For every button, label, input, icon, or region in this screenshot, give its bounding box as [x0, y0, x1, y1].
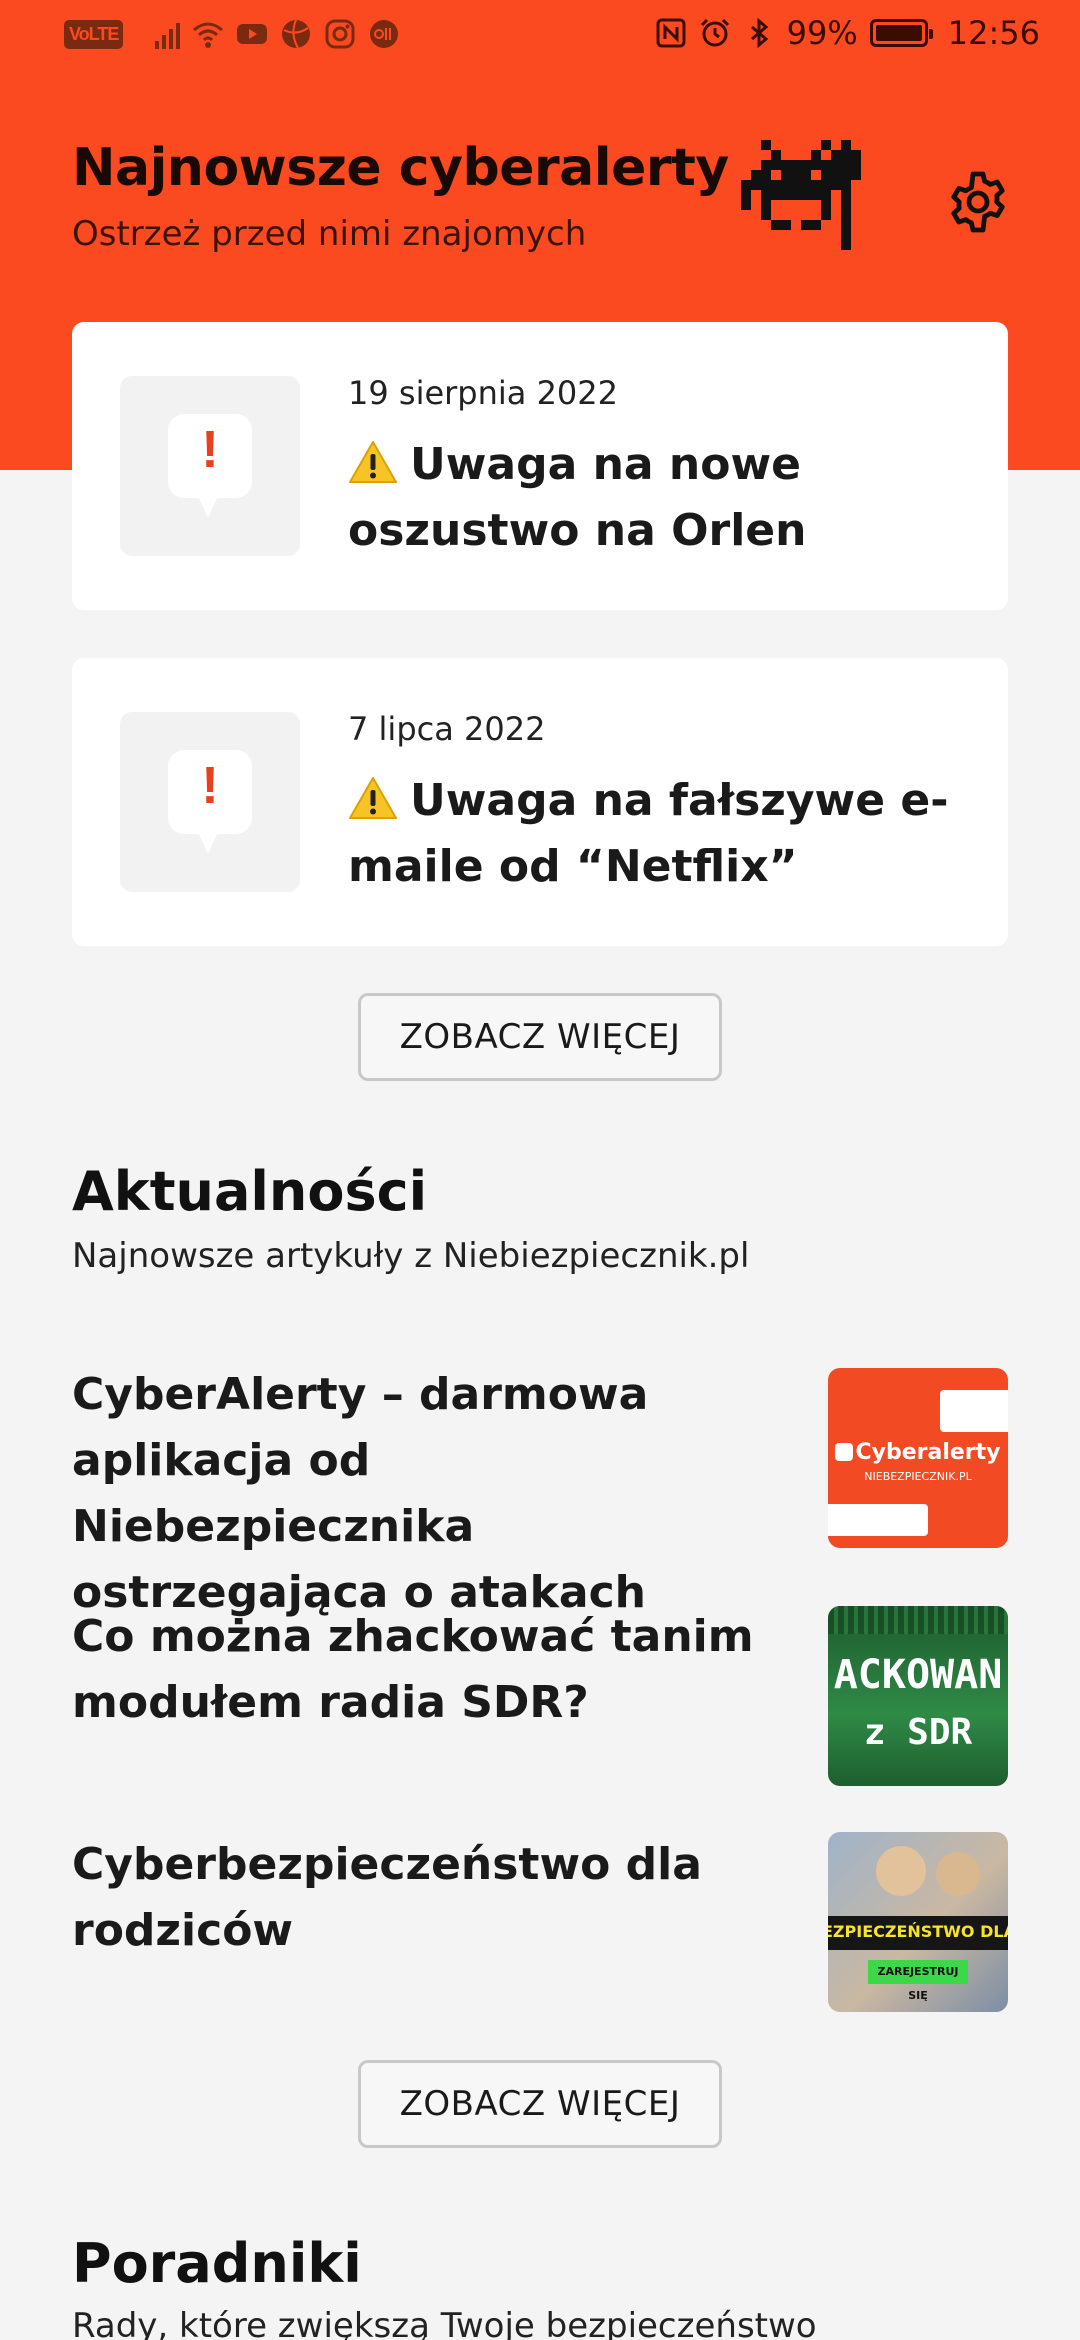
news-title: Cyberbezpieczeństwo dla rodziców: [72, 1839, 702, 1956]
news-thumbnail: ACKOWAN z SDR: [828, 1606, 1008, 1786]
news-thumbnail: EZPIECZEŃSTWO DLA RO ZAREJESTRUJ SIĘ: [828, 1832, 1008, 2012]
alert-date: 19 sierpnia 2022: [348, 374, 618, 412]
bluetooth-icon: [750, 17, 768, 49]
alert-card[interactable]: ! 19 sierpnia 2022 Uwaga na nowe oszustw…: [72, 322, 1008, 610]
alarm-icon: [700, 18, 729, 47]
alert-date: 7 lipca 2022: [348, 710, 546, 748]
see-more-alerts-button[interactable]: ZOBACZ WIĘCEJ: [358, 993, 722, 1081]
alert-title: Uwaga na fałszywe e-maile od “Netflix”: [348, 775, 949, 892]
news-title: Co można zhackować tanim modułem radia S…: [72, 1611, 754, 1728]
guides-section-subtitle: Rady, które zwiększą Twoje bezpieczeństw…: [72, 2306, 817, 2340]
invader-logo: [741, 140, 861, 250]
battery-icon: [869, 19, 933, 47]
news-item[interactable]: CyberAlerty – darmowa aplikacja od Niebe…: [72, 1362, 1008, 1618]
alert-thumbnail: !: [120, 712, 300, 892]
clock: 12:56: [947, 14, 1040, 52]
alert-title: Uwaga na nowe oszustwo na Orlen: [348, 439, 807, 556]
speech-bubble-icon: !: [168, 414, 252, 518]
page-title: Najnowsze cyberalerty: [72, 138, 729, 198]
basketball-icon: [282, 19, 311, 49]
news-title: CyberAlerty – darmowa aplikacja od Niebe…: [72, 1369, 649, 1618]
speech-bubble-icon: !: [168, 750, 252, 854]
signal-icon: [155, 19, 181, 49]
news-section-subtitle: Najnowsze artykuły z Niebiezpiecznik.pl: [72, 1236, 750, 1276]
news-thumbnail: Cyberalerty NIEBEZPIECZNIK.PL: [828, 1368, 1008, 1548]
nfc-icon: [656, 18, 686, 48]
news-section-title: Aktualności: [72, 1160, 428, 1223]
warning-icon: [349, 777, 397, 819]
battery-percent: 99%: [786, 14, 858, 52]
news-item[interactable]: Cyberbezpieczeństwo dla rodziców EZPIECZ…: [72, 1832, 1008, 2012]
see-more-news-button[interactable]: ZOBACZ WIĘCEJ: [358, 2060, 722, 2148]
alert-thumbnail: !: [120, 376, 300, 556]
guides-section-title: Poradniki: [72, 2232, 362, 2295]
app-icon: [370, 20, 399, 48]
status-bar: VoLTE 99% 12:56: [0, 0, 1080, 76]
page-subtitle: Ostrzeż przed nimi znajomych: [72, 214, 587, 254]
youtube-icon: [237, 24, 268, 44]
alert-card[interactable]: ! 7 lipca 2022 Uwaga na fałszywe e-maile…: [72, 658, 1008, 946]
warning-icon: [349, 441, 397, 483]
gear-icon[interactable]: [946, 170, 1010, 234]
news-item[interactable]: Co można zhackować tanim modułem radia S…: [72, 1604, 1008, 1786]
instagram-icon: [325, 19, 355, 49]
volte-badge: VoLTE: [64, 19, 124, 49]
wifi-icon: [193, 22, 224, 48]
